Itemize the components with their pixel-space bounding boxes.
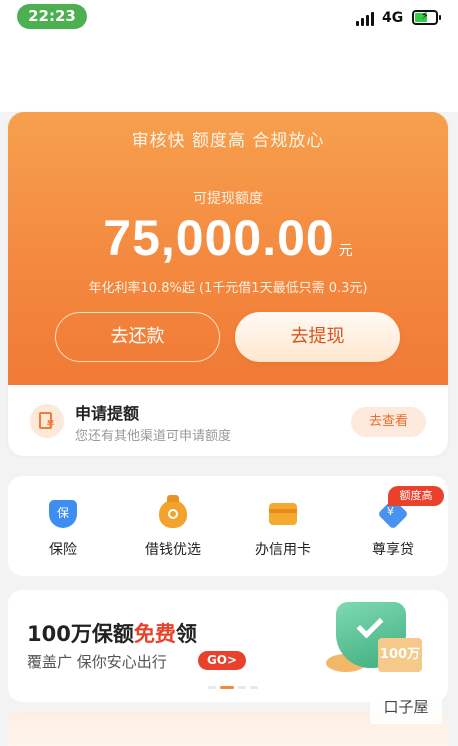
carousel-dots: [208, 686, 268, 690]
insurance-banner[interactable]: 100万保额免费领 覆盖广 保你安心出行 GO> 100万: [8, 590, 448, 702]
service-loan-select[interactable]: 借钱优选: [118, 476, 228, 576]
available-limit-label: 可提现额度: [193, 191, 263, 207]
credit-card: 审核快 额度高 合规放心 可提现额度 75,000.00 元 年化利率10.8%起…: [8, 112, 448, 456]
credit-card-icon: [269, 503, 297, 525]
shield-icon: 保: [49, 500, 77, 528]
money-bag-icon: [159, 495, 187, 528]
service-label: 尊享贷: [372, 542, 414, 558]
services-grid: 保 保险 借钱优选 办信用卡 ¥ 尊享贷: [8, 476, 448, 576]
withdraw-button[interactable]: 去提现: [235, 312, 400, 362]
status-time: 22:23: [17, 4, 87, 29]
banner-title-highlight: 免费: [133, 622, 176, 646]
status-bar: 22:23 4G ⚡: [0, 0, 458, 36]
watermark: 口子屋: [370, 690, 442, 724]
service-insurance[interactable]: 保 保险: [8, 476, 118, 576]
slogan: 审核快 额度高 合规放心: [131, 131, 325, 151]
apply-quota-title: 申请提额: [75, 404, 140, 423]
available-amount: 75,000.00 元: [8, 209, 448, 267]
banner-title-suffix: 领: [175, 622, 197, 646]
service-label: 保险: [49, 542, 77, 558]
view-button[interactable]: 去查看: [351, 407, 426, 437]
amount-value: 75,000.00: [103, 210, 335, 266]
network-type: 4G: [382, 10, 404, 26]
high-limit-badge: 额度高: [388, 486, 444, 506]
banner-subtitle: 覆盖广 保你安心出行: [27, 653, 167, 671]
banner-title-prefix: 100万保额: [27, 622, 134, 646]
repay-button[interactable]: 去还款: [55, 312, 220, 362]
service-credit-card[interactable]: 办信用卡: [228, 476, 338, 576]
go-button[interactable]: GO>: [198, 651, 246, 670]
header-area: [0, 36, 458, 112]
credit-summary: 审核快 额度高 合规放心 可提现额度 75,000.00 元 年化利率10.8%起…: [8, 112, 448, 385]
signal-icon: [356, 12, 376, 26]
diamond-yen: ¥: [387, 505, 394, 518]
interest-rate-text: 年化利率10.8%起 (1千元借1天最低只需 0.3元): [88, 281, 368, 296]
apply-quota-subtitle: 您还有其他渠道可申请额度: [75, 429, 232, 444]
service-label: 借钱优选: [145, 542, 201, 558]
apply-quota-row[interactable]: ¥ 申请提额 您还有其他渠道可申请额度 去查看: [8, 385, 448, 456]
document-yen-icon: ¥: [30, 404, 64, 438]
banner-title: 100万保额免费领: [27, 618, 197, 648]
battery-icon: ⚡: [412, 9, 441, 25]
bill-illustration: 100万: [378, 638, 422, 672]
service-label: 办信用卡: [255, 542, 311, 558]
amount-unit: 元: [338, 243, 353, 259]
